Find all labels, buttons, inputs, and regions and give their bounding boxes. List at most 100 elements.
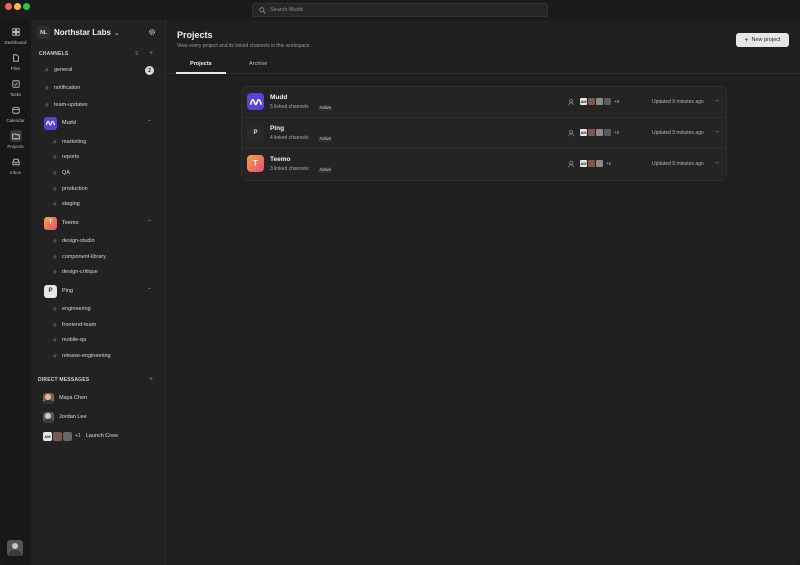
project-name: Teemo <box>62 220 79 226</box>
rail-item-dashboard[interactable]: Dashboard <box>0 26 31 50</box>
search-placeholder: Search Mudd <box>270 7 303 13</box>
close-window-button[interactable] <box>5 3 12 10</box>
channel-name: design-critique <box>62 269 98 275</box>
hash-icon: # <box>45 66 49 74</box>
member-avatars[interactable]: AM +3 <box>568 97 619 106</box>
people-icon <box>568 98 575 105</box>
channel-item-marketing[interactable]: # marketing <box>53 136 86 148</box>
tasks-icon <box>10 78 22 90</box>
project-name: Ping <box>62 288 74 294</box>
filter-icon[interactable]: ≡ <box>135 51 139 58</box>
gear-icon[interactable] <box>148 28 156 36</box>
arrow-right-icon[interactable]: → <box>713 97 720 104</box>
rail-item-projects[interactable]: Projects <box>0 130 31 154</box>
tab-projects[interactable]: Projects <box>190 61 212 67</box>
channel-item-reports[interactable]: # reports <box>53 151 79 163</box>
new-project-button[interactable]: + New project <box>736 33 789 47</box>
tab-archive[interactable]: Archive <box>249 61 267 67</box>
minimize-window-button[interactable] <box>14 3 21 10</box>
channel-item-general[interactable]: # general <box>45 64 72 76</box>
channel-name: component-library <box>62 254 107 260</box>
ping-logo-icon: P <box>247 124 264 141</box>
new-project-label: New project <box>751 37 781 43</box>
more-members-count: +2 <box>614 130 620 135</box>
zoom-window-button[interactable] <box>23 3 30 10</box>
page-subtitle: View every project and its linked channe… <box>177 43 311 49</box>
project-row-teemo[interactable]: T Teemo 3 linked channels Active AM +1 U… <box>242 149 726 180</box>
dm-name: Launch Crew <box>85 433 119 439</box>
dm-name: Maya Chen <box>59 395 88 401</box>
avatar <box>53 431 62 441</box>
folder-icon <box>9 130 22 142</box>
project-group-teemo[interactable]: T Teemo <box>44 216 79 230</box>
channel-item-team-updates[interactable]: # team-updates <box>45 99 88 111</box>
title-bar: Search Mudd <box>0 0 800 20</box>
project-name: Mudd <box>270 94 288 101</box>
project-group-mudd[interactable]: Mudd <box>44 116 76 130</box>
main-content: Projects View every project and its link… <box>166 20 800 565</box>
collapse-icon[interactable]: ⌃ <box>147 287 152 294</box>
search-input[interactable]: Search Mudd <box>252 3 548 17</box>
channel-name: engineering <box>62 306 91 312</box>
avatar <box>603 97 612 106</box>
dm-item-jordan-lee[interactable]: Jordan Lee <box>43 410 87 424</box>
channel-sidebar: NL Northstar Labs ⌄ CHANNELS ≡ + # genera… <box>31 20 166 565</box>
channel-item-staging[interactable]: # staging <box>53 198 80 210</box>
rail-item-calendar[interactable]: Calendar <box>0 104 31 128</box>
ping-logo-icon: P <box>44 284 57 298</box>
dm-item-maya-chen[interactable]: Maya Chen <box>43 391 87 405</box>
rail-item-files[interactable]: Files <box>0 52 31 76</box>
add-dm-button[interactable]: + <box>149 376 153 383</box>
channel-item-notification[interactable]: # notification <box>45 82 80 94</box>
updated-time: Updated 9 minutes ago <box>652 130 704 136</box>
hash-icon: # <box>53 321 57 329</box>
nav-rail: Dashboard Files Tasks Calendar Projects … <box>0 20 31 565</box>
rail-label: Dashboard <box>4 40 27 45</box>
channel-item-component-library[interactable]: # component-library <box>53 251 106 263</box>
collapse-icon[interactable]: ⌃ <box>147 119 152 126</box>
channel-item-qa[interactable]: # QA <box>53 167 70 179</box>
avatar <box>603 128 612 137</box>
updated-time: Updated 9 minutes ago <box>652 99 704 105</box>
user-avatar[interactable] <box>7 540 23 556</box>
member-avatars[interactable]: AM +1 <box>568 159 611 168</box>
channel-item-mobile-qa[interactable]: # mobile-qa <box>53 334 86 346</box>
rail-label: Calendar <box>6 118 25 123</box>
workspace-switcher[interactable]: NL Northstar Labs ⌄ <box>37 26 120 39</box>
hash-icon: # <box>53 268 57 276</box>
channel-item-release-engineering[interactable]: # release-engineering <box>53 350 111 362</box>
rail-item-tasks[interactable]: Tasks <box>0 78 31 102</box>
collapse-icon[interactable]: ⌃ <box>147 219 152 226</box>
status-badge: Active <box>318 104 333 111</box>
hash-icon: # <box>53 169 57 177</box>
project-row-mudd[interactable]: Mudd 5 linked channels Active AM +3 Upda… <box>242 87 726 118</box>
project-row-ping[interactable]: P Ping 4 linked channels Active AM +2 Up… <box>242 118 726 149</box>
avatar <box>63 431 72 441</box>
channel-item-frontend-team[interactable]: # frontend-team <box>53 319 96 331</box>
channel-item-design-critique[interactable]: # design-critique <box>53 266 98 278</box>
channel-item-engineering[interactable]: # engineering <box>53 303 91 315</box>
channel-item-production[interactable]: # production <box>53 183 88 195</box>
teemo-logo-icon: T <box>247 155 264 172</box>
arrow-right-icon[interactable]: → <box>713 159 720 166</box>
hash-icon: # <box>53 352 57 360</box>
file-icon <box>10 52 22 64</box>
channel-name: team-updates <box>54 102 88 108</box>
project-list: Mudd 5 linked channels Active AM +3 Upda… <box>241 86 727 181</box>
arrow-right-icon[interactable]: → <box>713 128 720 135</box>
add-channel-button[interactable]: + <box>149 50 153 57</box>
app-window: Search Mudd Dashboard Files Tasks Calend… <box>0 0 800 565</box>
rail-label: Projects <box>7 144 24 149</box>
dm-item-launch-crew[interactable]: AM +1 Launch Crew <box>43 429 118 443</box>
rail-label: Files <box>10 66 21 71</box>
channel-name: reports <box>62 154 80 160</box>
channel-item-design-studio[interactable]: # design-studio <box>53 235 95 247</box>
rail-item-inbox[interactable]: Inbox <box>0 156 31 180</box>
dm-heading: DIRECT MESSAGES <box>38 377 90 383</box>
people-icon <box>568 160 575 167</box>
member-avatars[interactable]: AM +2 <box>568 128 619 137</box>
hash-icon: # <box>53 305 57 313</box>
channel-name: mobile-qa <box>62 337 87 343</box>
dashboard-icon <box>10 26 22 38</box>
project-group-ping[interactable]: P Ping <box>44 284 73 298</box>
